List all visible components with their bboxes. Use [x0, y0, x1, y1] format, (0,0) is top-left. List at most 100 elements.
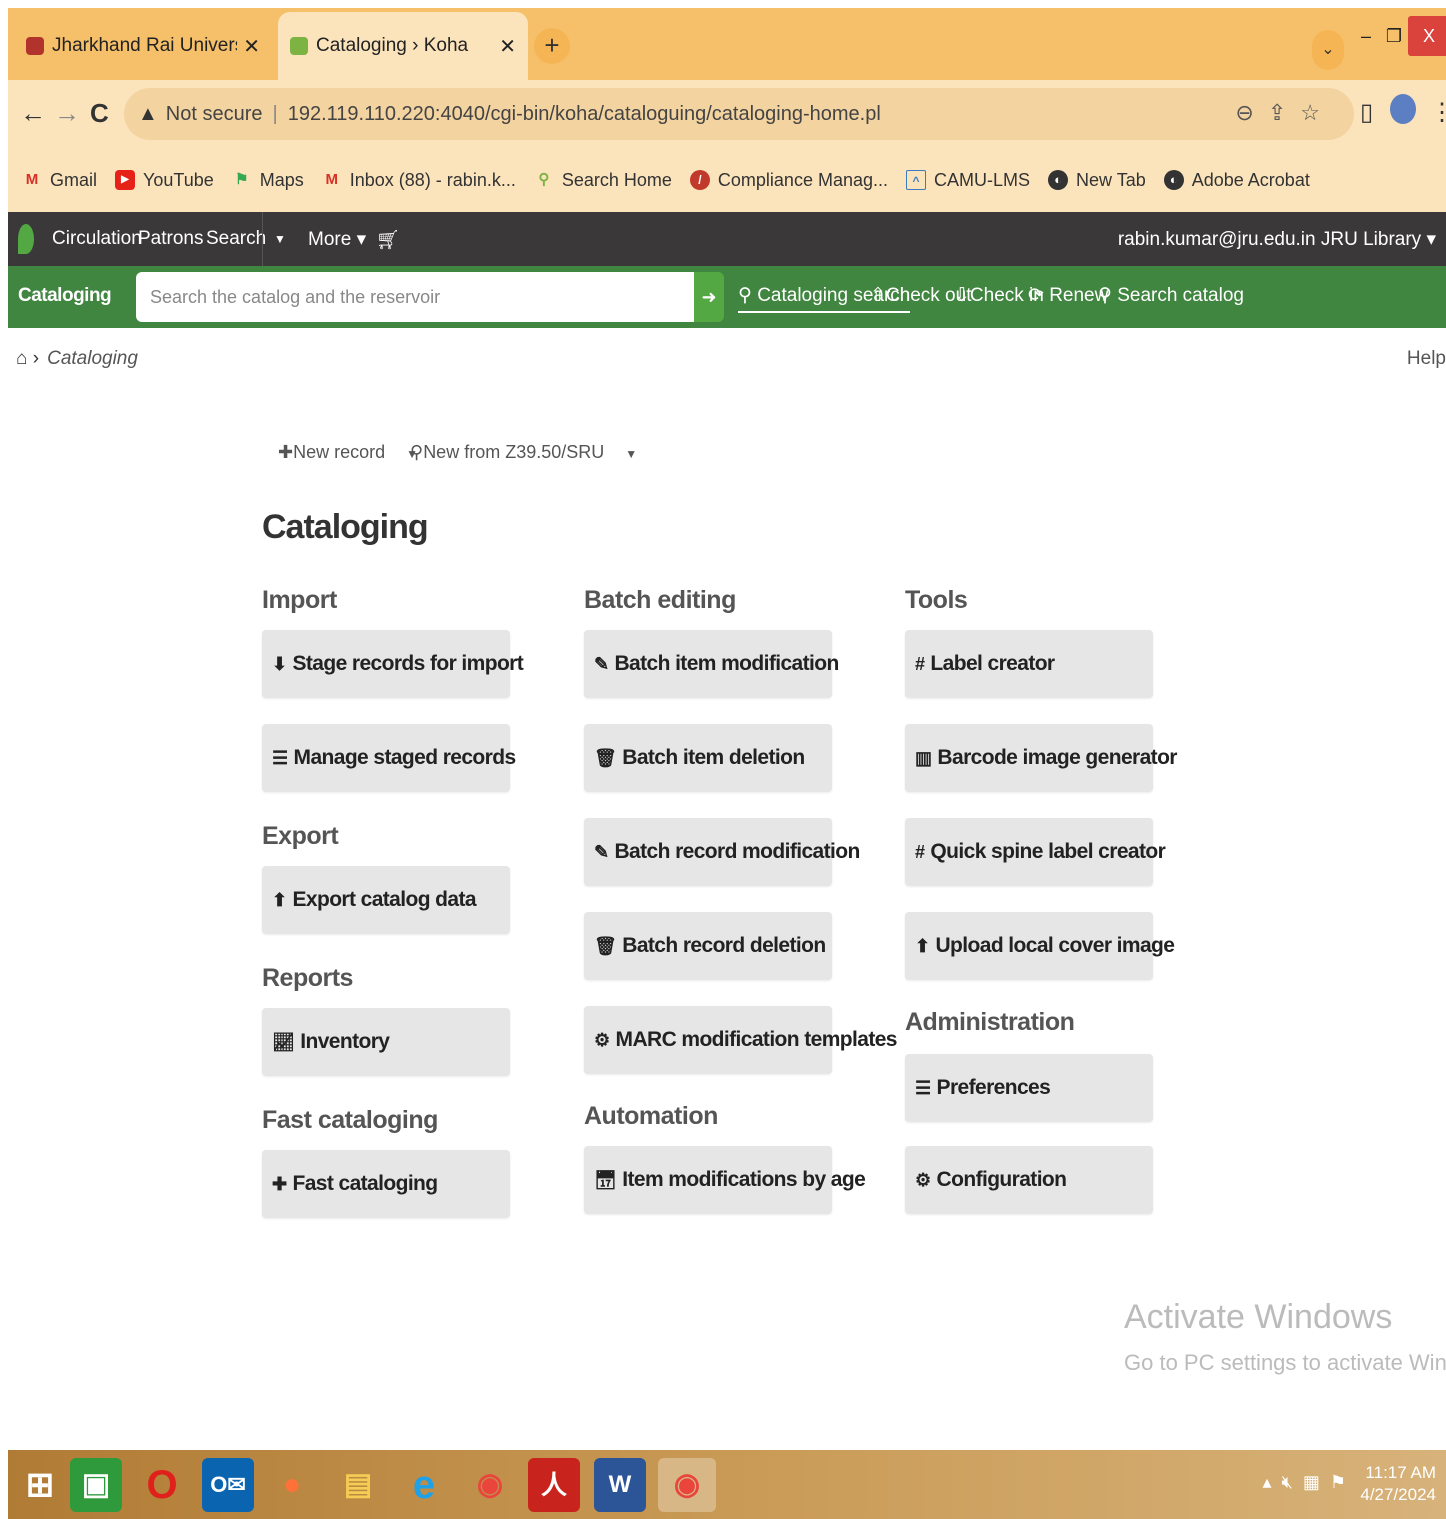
acrobat-icon[interactable]: 人 — [528, 1458, 580, 1512]
bookmark-adobe[interactable]: ◐ Adobe Acrobat — [1163, 170, 1310, 191]
search-type-label[interactable]: Cataloging search — [8, 274, 138, 350]
side-panel-icon[interactable]: ▯ — [1360, 98, 1373, 127]
outlook-icon[interactable]: O✉ — [202, 1458, 254, 1512]
store-icon[interactable]: ▣ — [70, 1458, 122, 1512]
link-renew[interactable]: ⟳ Renew — [1028, 284, 1108, 307]
nav-search[interactable]: Search — [206, 228, 266, 250]
minimize-icon[interactable]: – — [1352, 16, 1380, 56]
nav-more[interactable]: More ▾ — [308, 228, 366, 251]
file-explorer-icon[interactable]: ▤ — [332, 1458, 384, 1512]
chrome-active-icon[interactable]: ◉ — [658, 1458, 716, 1512]
section-administration-title: Administration — [905, 1008, 1075, 1036]
batch-record-deletion-button[interactable]: 🗑︎ Batch record deletion — [584, 912, 832, 980]
caret-down-icon[interactable]: ▼ — [625, 447, 637, 461]
close-tab-icon[interactable]: ✕ — [499, 34, 516, 59]
marc-modification-templates-button[interactable]: ⚙ MARC modification templates — [584, 1006, 897, 1074]
manage-staged-button[interactable]: ☰ Manage staged records — [262, 724, 516, 792]
home-icon[interactable]: ⌂ › — [16, 348, 39, 369]
opera-icon[interactable]: O — [136, 1458, 188, 1512]
bookmark-compliance[interactable]: / Compliance Manag... — [689, 170, 888, 191]
label-creator-button[interactable]: # Label creator — [905, 630, 1153, 698]
section-reports-title: Reports — [262, 964, 353, 992]
forward-icon[interactable]: → — [54, 98, 80, 129]
new-record-button[interactable]: ✚New record ▼ — [278, 442, 418, 463]
plus-icon: ✚ — [272, 1173, 287, 1194]
preferences-button[interactable]: ☰ Preferences — [905, 1054, 1153, 1122]
bookmark-gmail[interactable]: M Gmail — [22, 170, 97, 191]
tray-overflow-icon[interactable]: ▴ — [1262, 1472, 1281, 1492]
configuration-button[interactable]: ⚙ Configuration — [905, 1146, 1153, 1214]
close-tab-icon[interactable]: ✕ — [243, 34, 260, 59]
address-bar[interactable]: ▲ Not secure | 192.119.110.220:4040/cgi-… — [124, 88, 1354, 140]
koha-favicon-icon — [290, 37, 308, 55]
close-window-icon[interactable]: X — [1408, 16, 1446, 56]
search-dropdown-caret-icon[interactable]: ▼ — [274, 232, 286, 246]
stage-records-button[interactable]: ⬇ Stage records for import — [262, 630, 524, 698]
bookmark-inbox[interactable]: M Inbox (88) - rabin.k... — [322, 170, 516, 191]
batch-item-modification-button[interactable]: ✎ Batch item modification — [584, 630, 839, 698]
line-chart-icon: 📈︎ — [272, 1031, 295, 1052]
bookmark-search-home[interactable]: ⚲ Search Home — [534, 170, 672, 191]
inventory-button[interactable]: 📈︎ Inventory — [262, 1008, 510, 1076]
upload-cover-image-button[interactable]: ⬆ Upload local cover image — [905, 912, 1175, 980]
action-center-icon[interactable]: ⚑ — [1330, 1472, 1356, 1492]
profile-avatar[interactable] — [1390, 94, 1416, 124]
nav-circulation[interactable]: Circulation — [52, 228, 142, 250]
barcode-image-generator-button[interactable]: ▥ Barcode image generator — [905, 724, 1177, 792]
help-link[interactable]: Help — [1407, 348, 1446, 370]
back-icon[interactable]: ← — [20, 98, 46, 129]
tab-search-chevron-icon[interactable]: ⌄ — [1312, 30, 1344, 70]
item-modifications-by-age-button[interactable]: 📅︎ Item modifications by age — [584, 1146, 866, 1214]
cart-icon[interactable]: 🛒︎ — [376, 228, 400, 252]
upload-icon: ⇧ — [870, 285, 886, 306]
quick-spine-label-button[interactable]: # Quick spine label creator — [905, 818, 1166, 886]
internet-explorer-icon[interactable]: e — [398, 1458, 450, 1512]
catalog-search-bar: Cataloging search Search the catalog and… — [8, 266, 1446, 350]
windows-taskbar: ⊞ ▣ O O✉ ● ▤ e ◉ 人 W ◉ ▴🔇︎▦⚑ 11:17 AM 4/… — [8, 1450, 1446, 1519]
bookmark-new-tab[interactable]: ◐ New Tab — [1048, 170, 1146, 191]
tab-cataloging[interactable]: Cataloging › Koha ✕ — [278, 12, 528, 80]
fast-cataloging-button[interactable]: ✚ Fast cataloging — [262, 1150, 510, 1218]
section-tools-title: Tools — [905, 586, 968, 614]
download-icon: ⇩ — [954, 285, 970, 306]
batch-item-deletion-button[interactable]: 🗑︎ Batch item deletion — [584, 724, 832, 792]
clock[interactable]: 11:17 AM 4/27/2024 — [1360, 1462, 1436, 1506]
browser-tab-strip: Jharkhand Rai University (JRU), R ✕ Cata… — [8, 8, 1446, 80]
plus-icon: ✚ — [278, 442, 294, 462]
logged-in-user-menu[interactable]: rabin.kumar@jru.edu.in JRU Library ▾ — [1118, 228, 1436, 251]
network-icon[interactable]: ▦ — [1303, 1472, 1330, 1492]
firefox-icon[interactable]: ● — [266, 1458, 318, 1512]
trash-icon: 🗑︎ — [594, 935, 617, 956]
list-icon: ☰ — [272, 747, 288, 768]
search-submit-button[interactable]: ➜ — [694, 272, 724, 322]
reload-icon[interactable]: C — [90, 98, 109, 129]
bookmark-camu[interactable]: ^ CAMU-LMS — [906, 170, 1030, 191]
nav-patrons[interactable]: Patrons — [138, 228, 203, 250]
start-windows-icon[interactable]: ⊞ — [14, 1458, 66, 1512]
koha-logo-icon[interactable] — [18, 224, 34, 254]
volume-muted-icon[interactable]: 🔇︎ — [1282, 1472, 1303, 1492]
bookmark-maps[interactable]: ⚑ Maps — [232, 170, 304, 191]
star-icon[interactable]: ☆ — [1300, 100, 1334, 125]
bookmark-youtube[interactable]: ▶ YouTube — [115, 170, 214, 191]
share-icon[interactable]: ⇪ — [1268, 100, 1300, 125]
barcode-icon: ▥ — [915, 747, 932, 768]
restore-icon[interactable]: ❐ — [1380, 16, 1408, 56]
maps-icon: ⚑ — [235, 171, 249, 188]
new-tab-button[interactable]: + — [534, 28, 570, 64]
link-search-catalog[interactable]: ⚲ Search catalog — [1098, 284, 1244, 307]
new-from-z3950-button[interactable]: ⚲New from Z39.50/SRU ▼ — [410, 442, 637, 463]
system-tray: ▴🔇︎▦⚑ — [1262, 1472, 1356, 1493]
section-automation-title: Automation — [584, 1102, 718, 1130]
batch-record-modification-button[interactable]: ✎ Batch record modification — [584, 818, 860, 886]
menu-kebab-icon[interactable]: ⋮ — [1430, 98, 1446, 127]
word-icon[interactable]: W — [594, 1458, 646, 1512]
tab-jru[interactable]: Jharkhand Rai University (JRU), R ✕ — [14, 12, 272, 80]
renew-icon: ⟳ — [1028, 285, 1050, 306]
warning-icon[interactable]: ▲ — [138, 103, 158, 126]
section-export-title: Export — [262, 822, 339, 850]
zoom-icon[interactable]: ⊖ — [1235, 100, 1267, 125]
chrome-icon[interactable]: ◉ — [464, 1458, 516, 1512]
export-catalog-button[interactable]: ⬆ Export catalog data — [262, 866, 510, 934]
catalog-search-input[interactable]: Search the catalog and the reservoir — [136, 272, 696, 322]
